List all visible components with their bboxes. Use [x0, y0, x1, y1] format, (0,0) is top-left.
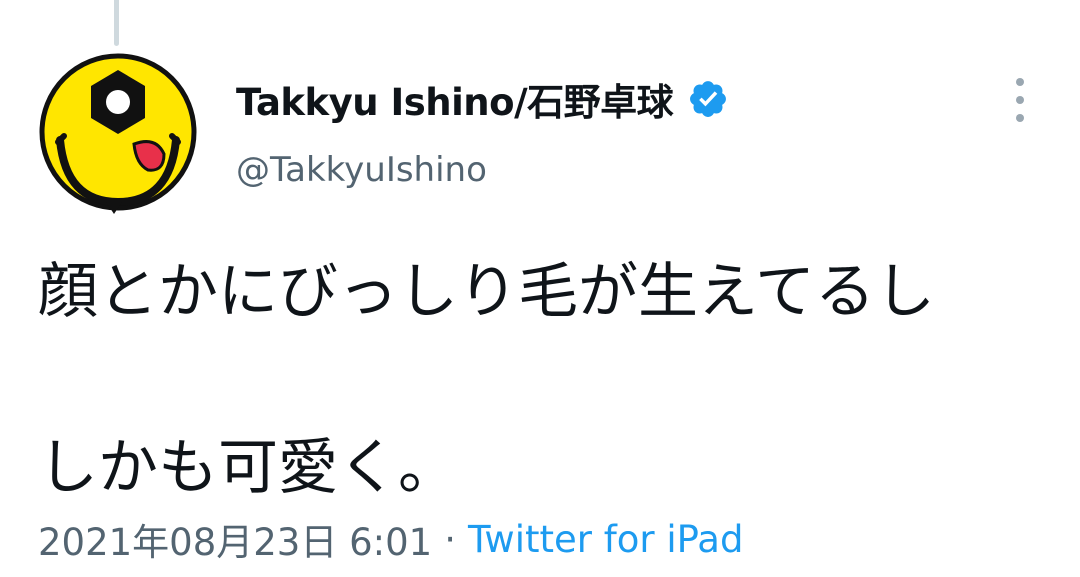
tweet-meta: 2021年08月23日 6:01 · Twitter for iPad	[38, 512, 743, 566]
tweet-source-link[interactable]: Twitter for iPad	[468, 518, 744, 561]
avatar[interactable]	[38, 52, 198, 216]
tweet-timestamp[interactable]: 2021年08月23日 6:01	[38, 512, 432, 566]
tweet-text: 顔とかにびっしり毛が生えてるし しかも可愛く。	[38, 248, 1058, 512]
author-handle[interactable]: @TakkyuIshino	[236, 150, 487, 190]
author-display-name[interactable]: Takkyu Ishino/石野卓球	[236, 72, 674, 126]
thread-connector-line	[114, 0, 119, 46]
tweet-text-line: 顔とかにびっしり毛が生えてるし	[38, 257, 935, 327]
more-vertical-icon-dot	[1016, 114, 1024, 122]
more-vertical-icon-dot	[1016, 96, 1024, 104]
tweet-text-line: しかも可愛く。	[38, 433, 458, 503]
avatar-smiley-icon	[39, 53, 197, 214]
meta-separator: ·	[444, 517, 456, 561]
author-name-row[interactable]: Takkyu Ishino/石野卓球	[236, 74, 729, 124]
verified-badge-icon	[687, 78, 729, 120]
more-options-button[interactable]	[1006, 78, 1034, 122]
more-vertical-icon-dot	[1016, 78, 1024, 86]
